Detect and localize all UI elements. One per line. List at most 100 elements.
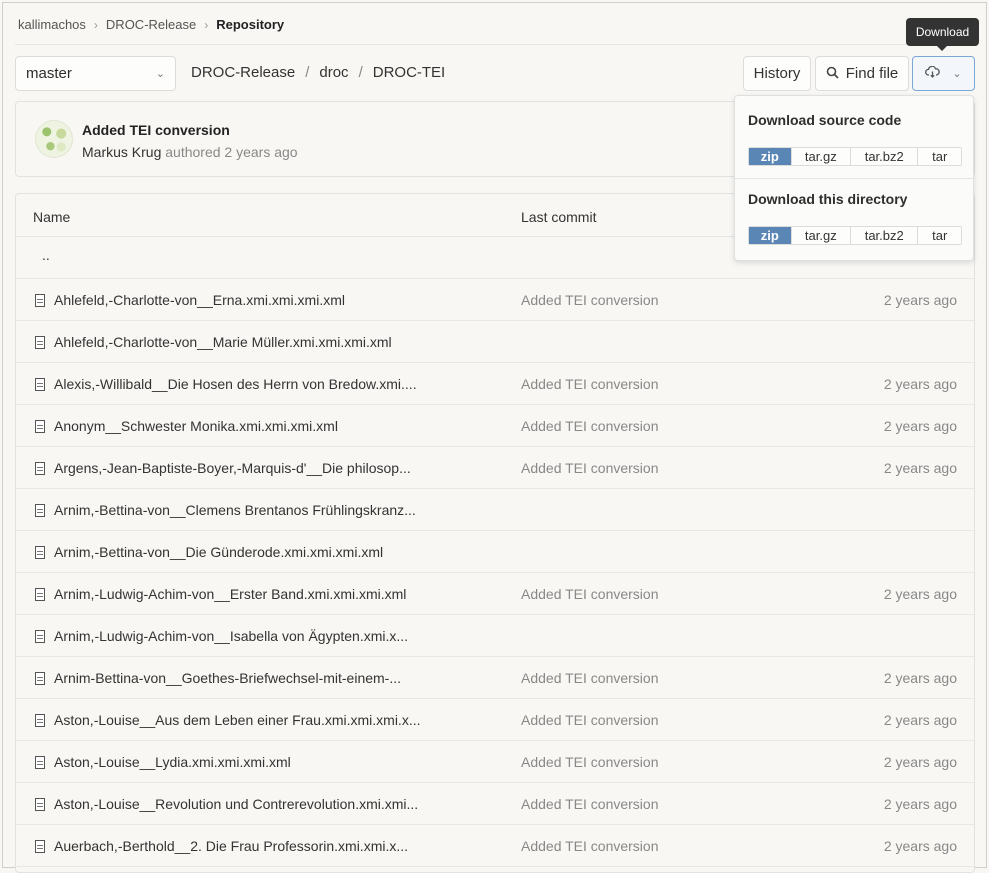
file-commit-message[interactable]: Added TEI conversion bbox=[521, 586, 659, 602]
commit-author[interactable]: Markus Krug bbox=[82, 144, 161, 160]
breadcrumb-current[interactable]: Repository bbox=[216, 17, 284, 32]
file-commit-age: 2 years ago bbox=[883, 418, 957, 434]
file-name[interactable]: Ahlefeld,-Charlotte-von__Erna.xmi.xmi.xm… bbox=[54, 292, 345, 308]
directory-targz-option[interactable]: tar.gz bbox=[791, 227, 852, 244]
history-button[interactable]: History bbox=[743, 56, 811, 91]
table-row[interactable]: Ahlefeld,-Charlotte-von__Marie Müller.xm… bbox=[16, 321, 974, 363]
branch-selector[interactable]: master ⌄ bbox=[15, 56, 176, 91]
directory-zip-option[interactable]: zip bbox=[749, 227, 792, 244]
source-format-group: zip tar.gz tar.bz2 tar bbox=[748, 147, 962, 166]
file-link[interactable]: Argens,-Jean-Baptiste-Boyer,-Marquis-d'_… bbox=[35, 460, 411, 476]
branch-name: master bbox=[26, 65, 72, 82]
file-name[interactable]: Arnim,-Ludwig-Achim-von__Isabella von Äg… bbox=[54, 628, 408, 644]
file-name[interactable]: Arnim,-Bettina-von__Clemens Brentanos Fr… bbox=[54, 502, 416, 518]
file-link[interactable]: Ahlefeld,-Charlotte-von__Marie Müller.xm… bbox=[35, 334, 392, 350]
file-icon bbox=[35, 545, 45, 559]
table-row[interactable]: Arnim,-Ludwig-Achim-von__Erster Band.xmi… bbox=[16, 573, 974, 615]
file-commit-message[interactable]: Added TEI conversion bbox=[521, 292, 659, 308]
cloud-download-icon bbox=[925, 65, 941, 82]
chevron-down-icon: ⌄ bbox=[952, 68, 962, 80]
table-row[interactable]: Arnim,-Bettina-von__Die Günderode.xmi.xm… bbox=[16, 531, 974, 573]
download-source-title: Download source code bbox=[748, 112, 902, 128]
table-row[interactable]: Arnim-Bettina-von__Goethes-Briefwechsel-… bbox=[16, 657, 974, 699]
directory-tarbz2-option[interactable]: tar.bz2 bbox=[851, 227, 919, 244]
file-link[interactable]: Auerbach,-Berthold__2. Die Frau Professo… bbox=[35, 838, 408, 854]
table-row[interactable]: Auerbach,-Berthold__2. Die Frau Professo… bbox=[16, 825, 974, 867]
divider bbox=[735, 178, 973, 179]
file-commit-message[interactable]: Added TEI conversion bbox=[521, 796, 659, 812]
file-name[interactable]: Arnim,-Ludwig-Achim-von__Erster Band.xmi… bbox=[54, 586, 406, 602]
table-row[interactable]: Anonym__Schwester Monika.xmi.xmi.xmi.xml… bbox=[16, 405, 974, 447]
file-name[interactable]: Alexis,-Willibald__Die Hosen des Herrn v… bbox=[54, 376, 417, 392]
file-name[interactable]: Ahlefeld,-Charlotte-von__Marie Müller.xm… bbox=[54, 334, 392, 350]
file-name[interactable]: Arnim-Bettina-von__Goethes-Briefwechsel-… bbox=[54, 670, 401, 686]
file-commit-age: 2 years ago bbox=[883, 586, 957, 602]
file-commit-message[interactable]: Added TEI conversion bbox=[521, 838, 659, 854]
breadcrumb-project[interactable]: DROC-Release bbox=[106, 17, 196, 32]
file-link[interactable]: Alexis,-Willibald__Die Hosen des Herrn v… bbox=[35, 376, 417, 392]
file-icon bbox=[35, 839, 45, 853]
file-name[interactable]: Anonym__Schwester Monika.xmi.xmi.xmi.xml bbox=[54, 418, 338, 434]
file-link[interactable]: Aston,-Louise__Aus dem Leben einer Frau.… bbox=[35, 712, 421, 728]
commit-time: 2 years ago bbox=[224, 144, 298, 160]
source-targz-option[interactable]: tar.gz bbox=[791, 148, 852, 165]
file-icon bbox=[35, 797, 45, 811]
file-commit-message[interactable]: Added TEI conversion bbox=[521, 376, 659, 392]
table-row[interactable]: Argens,-Jean-Baptiste-Boyer,-Marquis-d'_… bbox=[16, 447, 974, 489]
table-row[interactable]: Ahlefeld,-Charlotte-von__Erna.xmi.xmi.xm… bbox=[16, 279, 974, 321]
download-tooltip: Download bbox=[906, 18, 979, 51]
table-row[interactable]: Arnim,-Bettina-von__Clemens Brentanos Fr… bbox=[16, 489, 974, 531]
file-commit-message[interactable]: Added TEI conversion bbox=[521, 754, 659, 770]
table-row[interactable]: Arnim,-Ludwig-Achim-von__Isabella von Äg… bbox=[16, 615, 974, 657]
file-link[interactable]: Arnim,-Bettina-von__Clemens Brentanos Fr… bbox=[35, 502, 416, 518]
table-row[interactable]: Aston,-Louise__Revolution und Contrerevo… bbox=[16, 783, 974, 825]
table-row[interactable]: Aston,-Louise__Aus dem Leben einer Frau.… bbox=[16, 699, 974, 741]
parent-dir-link[interactable]: .. bbox=[42, 247, 50, 263]
divider bbox=[15, 44, 974, 45]
file-commit-message[interactable]: Added TEI conversion bbox=[521, 460, 659, 476]
file-name[interactable]: Aston,-Louise__Lydia.xmi.xmi.xmi.xml bbox=[54, 754, 291, 770]
path-separator: / bbox=[305, 64, 310, 81]
file-commit-message[interactable]: Added TEI conversion bbox=[521, 670, 659, 686]
file-commit-age: 2 years ago bbox=[883, 376, 957, 392]
path-folder[interactable]: droc bbox=[319, 64, 348, 81]
file-link[interactable]: Anonym__Schwester Monika.xmi.xmi.xmi.xml bbox=[35, 418, 338, 434]
file-link[interactable]: Aston,-Louise__Lydia.xmi.xmi.xmi.xml bbox=[35, 754, 291, 770]
file-link[interactable]: Arnim,-Bettina-von__Die Günderode.xmi.xm… bbox=[35, 544, 383, 560]
file-link[interactable]: Ahlefeld,-Charlotte-von__Erna.xmi.xmi.xm… bbox=[35, 292, 345, 308]
file-link[interactable]: Aston,-Louise__Revolution und Contrerevo… bbox=[35, 796, 418, 812]
file-link[interactable]: Arnim,-Ludwig-Achim-von__Isabella von Äg… bbox=[35, 628, 408, 644]
directory-format-group: zip tar.gz tar.bz2 tar bbox=[748, 226, 962, 245]
table-row[interactable]: Alexis,-Willibald__Die Hosen des Herrn v… bbox=[16, 363, 974, 405]
path-current[interactable]: DROC-TEI bbox=[373, 64, 446, 81]
file-commit-message[interactable]: Added TEI conversion bbox=[521, 712, 659, 728]
commit-meta: Markus Krug authored 2 years ago bbox=[82, 144, 298, 160]
file-icon bbox=[35, 335, 45, 349]
file-icon bbox=[35, 293, 45, 307]
download-button[interactable]: ⌄ bbox=[912, 56, 975, 91]
file-name[interactable]: Arnim,-Bettina-von__Die Günderode.xmi.xm… bbox=[54, 544, 383, 560]
file-commit-age: 2 years ago bbox=[883, 712, 957, 728]
find-file-button[interactable]: Find file bbox=[815, 56, 909, 91]
download-directory-title: Download this directory bbox=[748, 191, 908, 207]
table-row[interactable]: Aston,-Louise__Lydia.xmi.xmi.xmi.xml Adde… bbox=[16, 741, 974, 783]
avatar[interactable] bbox=[35, 120, 73, 158]
file-icon bbox=[35, 671, 45, 685]
file-link[interactable]: Arnim-Bettina-von__Goethes-Briefwechsel-… bbox=[35, 670, 401, 686]
source-tar-option[interactable]: tar bbox=[918, 148, 961, 165]
file-commit-age: 2 years ago bbox=[883, 670, 957, 686]
file-table: Name Last commit .. Ahlefeld,-Charlotte-… bbox=[15, 193, 975, 873]
breadcrumb-group[interactable]: kallimachos bbox=[18, 17, 86, 32]
file-commit-message[interactable]: Added TEI conversion bbox=[521, 418, 659, 434]
commit-title[interactable]: Added TEI conversion bbox=[82, 122, 230, 138]
file-name[interactable]: Auerbach,-Berthold__2. Die Frau Professo… bbox=[54, 838, 408, 854]
file-name[interactable]: Argens,-Jean-Baptiste-Boyer,-Marquis-d'_… bbox=[54, 460, 411, 476]
source-zip-option[interactable]: zip bbox=[749, 148, 792, 165]
source-tarbz2-option[interactable]: tar.bz2 bbox=[851, 148, 919, 165]
directory-tar-option[interactable]: tar bbox=[918, 227, 961, 244]
commit-action: authored bbox=[165, 144, 221, 160]
file-link[interactable]: Arnim,-Ludwig-Achim-von__Erster Band.xmi… bbox=[35, 586, 406, 602]
file-name[interactable]: Aston,-Louise__Aus dem Leben einer Frau.… bbox=[54, 712, 421, 728]
path-root[interactable]: DROC-Release bbox=[191, 64, 295, 81]
file-name[interactable]: Aston,-Louise__Revolution und Contrerevo… bbox=[54, 796, 418, 812]
